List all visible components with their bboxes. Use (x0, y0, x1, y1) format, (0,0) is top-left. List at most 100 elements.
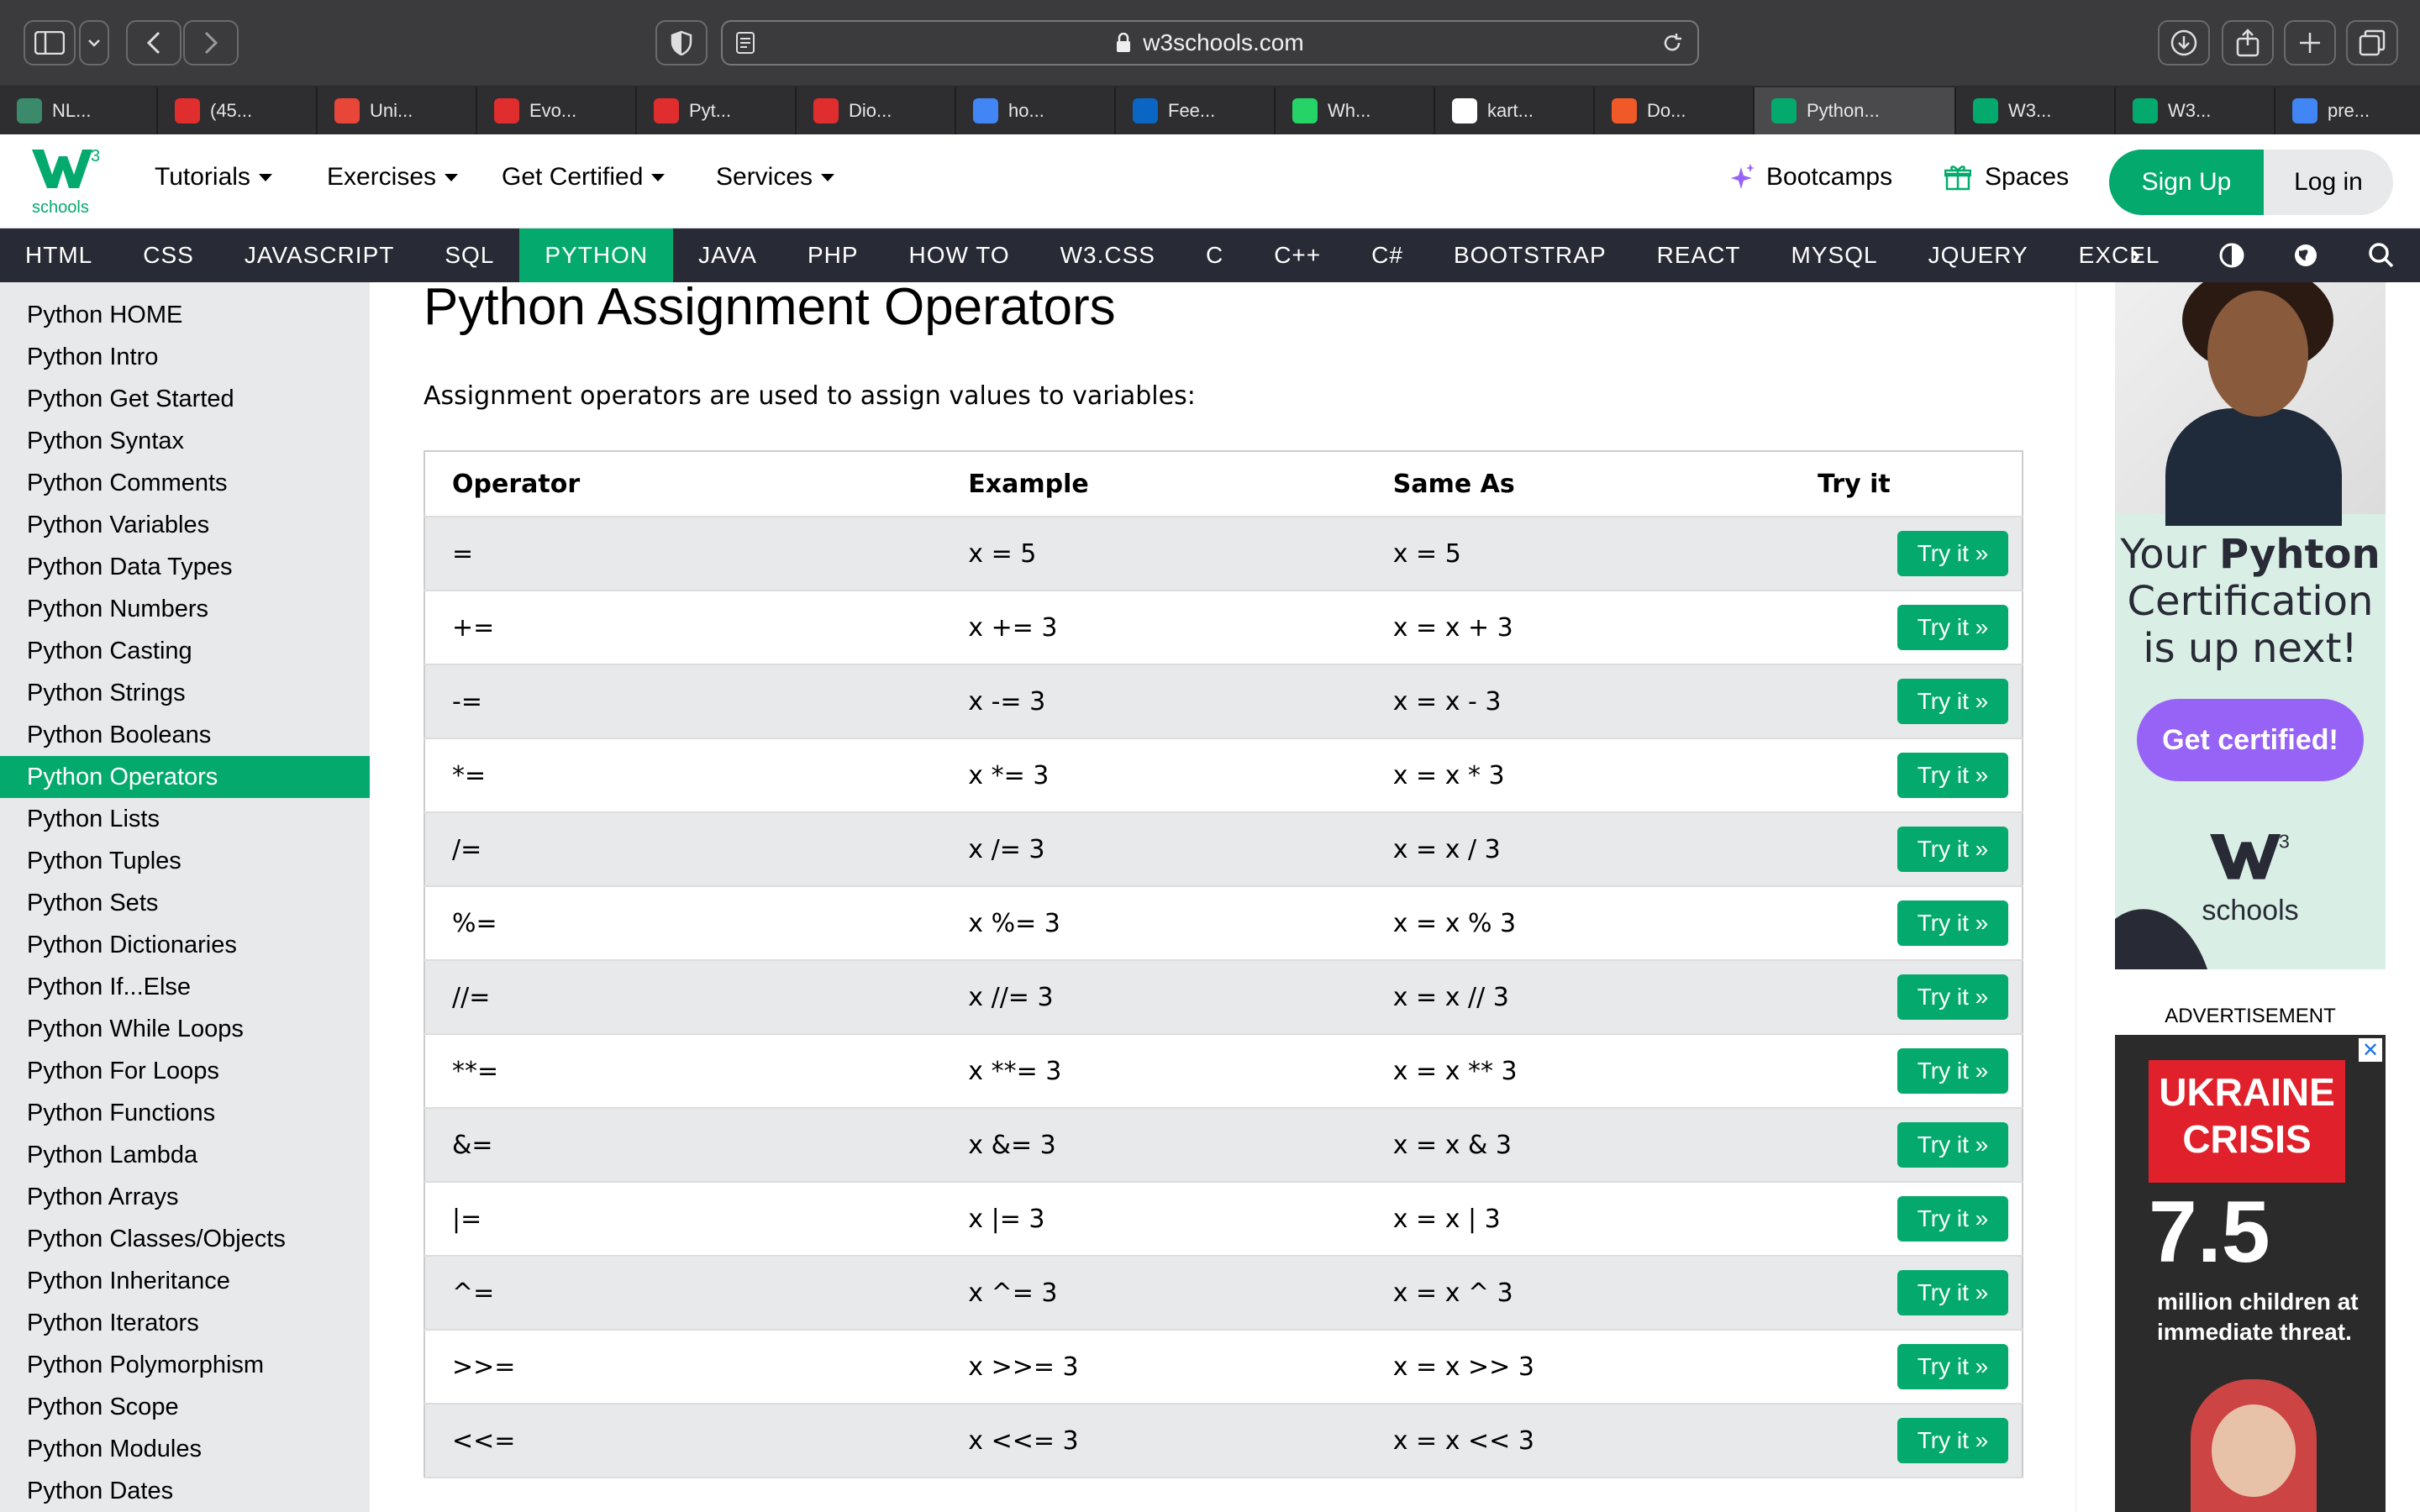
browser-tab[interactable]: pre... (2275, 87, 2420, 134)
language-link[interactable]: JAVASCRIPT (219, 228, 420, 282)
sidebar-item[interactable]: Python Intro (0, 336, 370, 378)
language-link[interactable]: REACT (1632, 228, 1766, 282)
language-link[interactable]: PYTHON (519, 228, 674, 282)
search-icon[interactable] (2368, 242, 2395, 269)
sidebar-item[interactable]: Python Tuples (0, 840, 370, 882)
ukraine-crisis-ad[interactable]: ✕ UKRAINE CRISIS 7.5 million children at … (2115, 1035, 2386, 1512)
language-link[interactable]: JAVA (673, 228, 782, 282)
language-link[interactable]: MYSQL (1766, 228, 1903, 282)
browser-tab[interactable]: Evo... (477, 87, 637, 134)
try-it-button[interactable]: Try it » (1897, 827, 2008, 872)
sidebar-toggle-icon[interactable] (24, 20, 76, 66)
language-link[interactable]: C# (1346, 228, 1428, 282)
sidebar-item[interactable]: Python Lambda (0, 1134, 370, 1176)
tab-overview-icon[interactable] (2346, 20, 2398, 66)
sidebar-item[interactable]: Python Strings (0, 672, 370, 714)
sidebar-item[interactable]: Python Syntax (0, 420, 370, 462)
browser-tab[interactable]: Uni... (318, 87, 477, 134)
sidebar-item[interactable]: Python Variables (0, 504, 370, 546)
sidebar-item[interactable]: Python Lists (0, 798, 370, 840)
contrast-icon[interactable] (2218, 242, 2245, 269)
download-icon[interactable] (2158, 20, 2210, 66)
sidebar-item[interactable]: Python Get Started (0, 378, 370, 420)
sidebar-item[interactable]: Python Data Types (0, 546, 370, 588)
language-link[interactable]: JQUERY (1903, 228, 2054, 282)
try-it-button[interactable]: Try it » (1897, 900, 2008, 946)
reader-icon[interactable] (736, 32, 755, 54)
try-it-button[interactable]: Try it » (1897, 1122, 2008, 1168)
sidebar-item[interactable]: Python Polymorphism (0, 1344, 370, 1386)
language-link[interactable]: CSS (118, 228, 219, 282)
language-link[interactable]: BOOTSTRAP (1428, 228, 1632, 282)
certification-ad[interactable]: Your Pyhton Certification is up next! Ge… (2115, 282, 2386, 969)
sidebar-item[interactable]: Python Iterators (0, 1302, 370, 1344)
sidebar-item[interactable]: Python Comments (0, 462, 370, 504)
log-in-button[interactable]: Log in (2264, 150, 2393, 215)
language-link[interactable]: C++ (1249, 228, 1346, 282)
language-link[interactable]: EXCEL (2054, 228, 2186, 282)
sidebar-item[interactable]: Python Dictionaries (0, 924, 370, 966)
browser-tab[interactable]: kart... (1435, 87, 1595, 134)
nav-get-certified[interactable]: Get Certified (502, 163, 666, 192)
browser-tab[interactable]: ho... (956, 87, 1116, 134)
browser-tab[interactable]: Do... (1595, 87, 1754, 134)
sidebar-item[interactable]: Python Arrays (0, 1176, 370, 1218)
language-link[interactable]: HOW TO (884, 228, 1035, 282)
nav-spaces[interactable]: Spaces (1944, 163, 2069, 192)
share-icon[interactable] (2222, 20, 2274, 66)
sidebar-item[interactable]: Python Scope (0, 1386, 370, 1428)
close-icon[interactable]: ✕ (2359, 1038, 2382, 1062)
sidebar-item[interactable]: Python Inheritance (0, 1260, 370, 1302)
sidebar-item[interactable]: Python Booleans (0, 714, 370, 756)
get-certified-button[interactable]: Get certified! (2137, 699, 2364, 781)
try-it-button[interactable]: Try it » (1897, 1344, 2008, 1389)
sidebar-item[interactable]: Python Sets (0, 882, 370, 924)
forward-icon[interactable] (183, 20, 239, 66)
nav-services[interactable]: Services (716, 163, 835, 192)
sidebar-item[interactable]: Python Functions (0, 1092, 370, 1134)
reload-icon[interactable] (1662, 33, 1682, 53)
language-link[interactable]: W3.CSS (1035, 228, 1181, 282)
back-icon[interactable] (126, 20, 182, 66)
try-it-button[interactable]: Try it » (1897, 1270, 2008, 1315)
language-link[interactable]: C (1181, 228, 1249, 282)
try-it-button[interactable]: Try it » (1897, 605, 2008, 650)
browser-tab[interactable]: Fee... (1116, 87, 1276, 134)
browser-tab[interactable]: (45... (158, 87, 318, 134)
sidebar-item[interactable]: Python Classes/Objects (0, 1218, 370, 1260)
try-it-button[interactable]: Try it » (1897, 974, 2008, 1020)
language-link[interactable]: HTML (0, 228, 118, 282)
chevron-right-icon[interactable]: › (2131, 240, 2151, 270)
sidebar-item[interactable]: Python Casting (0, 630, 370, 672)
browser-tab[interactable]: Python... (1754, 87, 1956, 134)
try-it-button[interactable]: Try it » (1897, 679, 2008, 724)
browser-tab[interactable]: NL... (0, 87, 158, 134)
sidebar-item[interactable]: Python Numbers (0, 588, 370, 630)
nav-exercises[interactable]: Exercises (327, 163, 459, 192)
browser-tab[interactable]: W3... (2116, 87, 2275, 134)
sidebar-item[interactable]: Python For Loops (0, 1050, 370, 1092)
browser-tab[interactable]: Pyt... (637, 87, 797, 134)
try-it-button[interactable]: Try it » (1897, 753, 2008, 798)
w3schools-logo[interactable]: 3 schools (29, 144, 104, 220)
browser-tab[interactable]: W3... (1956, 87, 2116, 134)
sidebar-item[interactable]: Python HOME (0, 294, 370, 336)
nav-tutorials[interactable]: Tutorials (155, 163, 272, 192)
globe-icon[interactable] (2292, 242, 2319, 269)
language-link[interactable]: PHP (782, 228, 884, 282)
sidebar-item[interactable]: Python While Loops (0, 1008, 370, 1050)
nav-bootcamps[interactable]: Bootcamps (1731, 163, 1892, 192)
browser-tab[interactable]: Dio... (797, 87, 956, 134)
chevron-down-icon[interactable] (79, 20, 109, 66)
sidebar-item[interactable]: Python Operators (0, 756, 370, 798)
try-it-button[interactable]: Try it » (1897, 1196, 2008, 1242)
sign-up-button[interactable]: Sign Up (2109, 150, 2264, 215)
browser-tab[interactable]: Wh... (1276, 87, 1435, 134)
shield-icon[interactable] (655, 20, 708, 66)
address-bar[interactable]: w3schools.com (721, 20, 1699, 66)
sidebar-item[interactable]: Python Dates (0, 1470, 370, 1512)
try-it-button[interactable]: Try it » (1897, 531, 2008, 576)
try-it-button[interactable]: Try it » (1897, 1048, 2008, 1094)
sidebar-item[interactable]: Python Modules (0, 1428, 370, 1470)
sidebar-item[interactable]: Python If...Else (0, 966, 370, 1008)
